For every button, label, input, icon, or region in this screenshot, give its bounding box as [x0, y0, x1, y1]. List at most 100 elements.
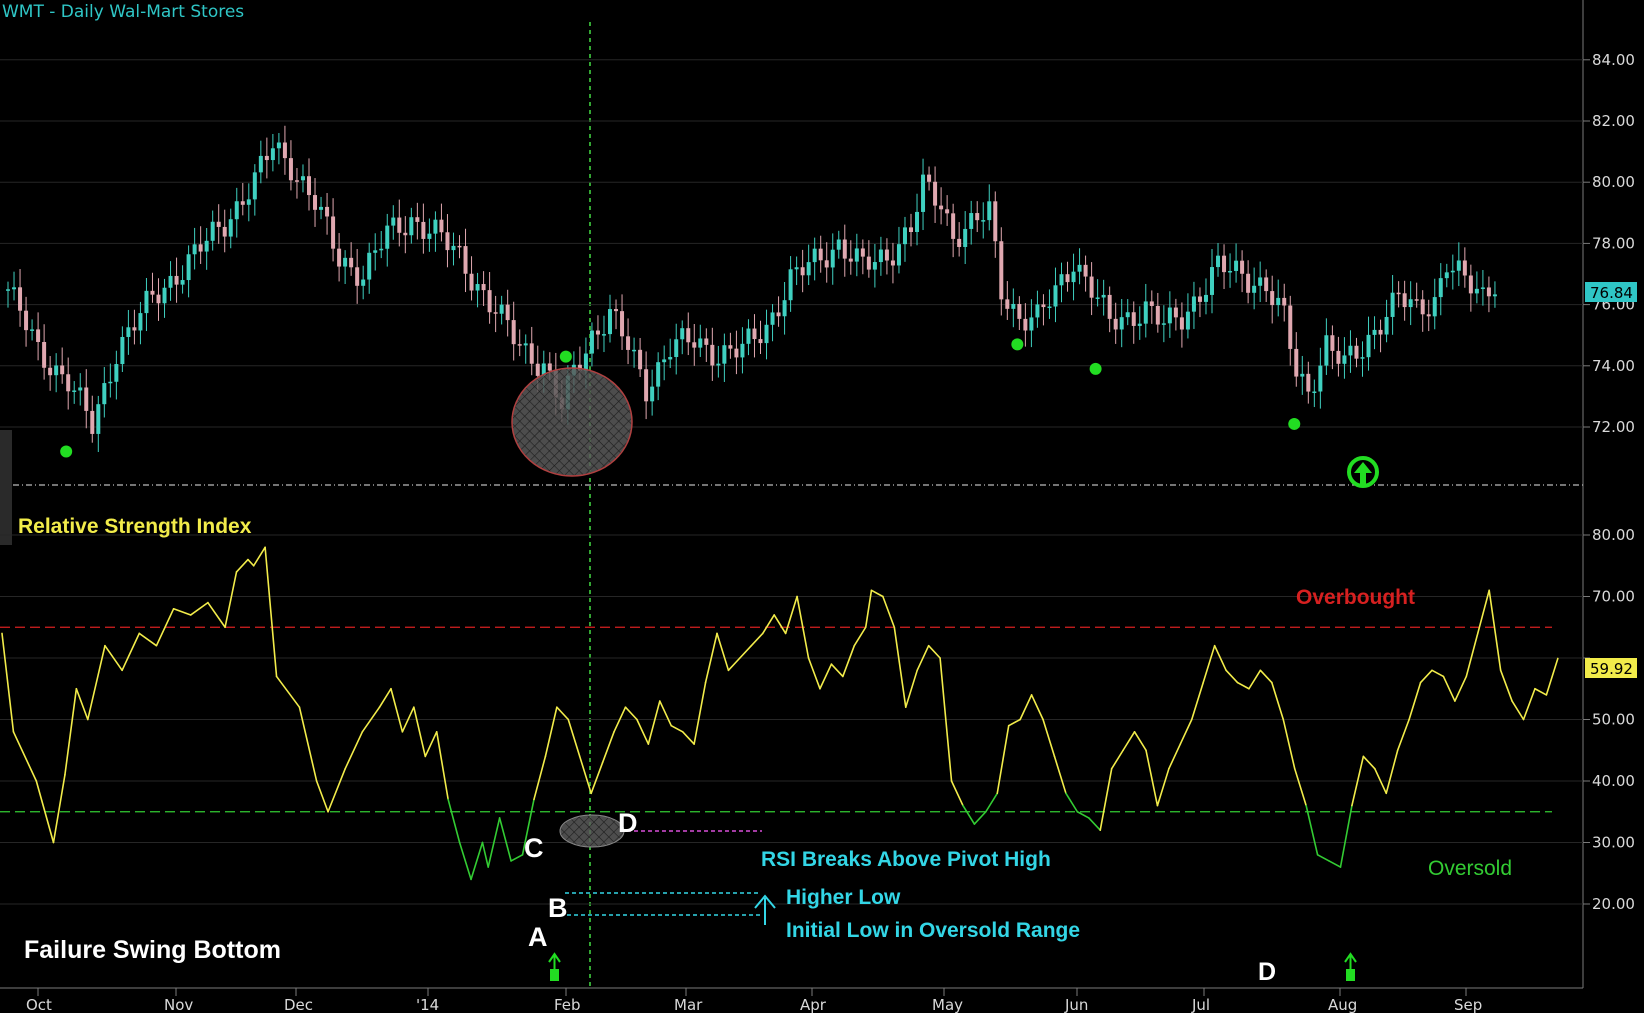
candle-up	[114, 364, 119, 382]
candle-up	[1029, 317, 1034, 331]
candle-up	[1137, 323, 1142, 326]
candle-down	[595, 330, 600, 335]
candle-up	[204, 240, 209, 252]
candle-up	[1252, 285, 1257, 293]
rsi-line-segment	[378, 687, 392, 709]
candle-up	[162, 287, 167, 304]
candle-up	[969, 213, 974, 229]
candle-up	[210, 221, 215, 241]
candle-down	[1083, 264, 1088, 277]
candle-up	[921, 174, 926, 212]
candle-down	[776, 312, 781, 317]
candle-down	[620, 311, 625, 337]
candle-up	[764, 324, 769, 344]
rsi-line-segment	[138, 632, 158, 647]
rsi-line-segment	[1305, 804, 1319, 856]
candle-down	[1402, 293, 1407, 308]
rsi-line-segment	[1419, 669, 1433, 684]
overbought-label: Overbought	[1296, 586, 1415, 609]
rsi-line-segment	[435, 730, 449, 801]
month-label: Jun	[1064, 996, 1088, 1013]
candle-down	[150, 290, 155, 295]
rsi-line-segment	[1, 632, 15, 733]
rsi-line-segment	[87, 644, 106, 721]
panel-resize-handle[interactable]	[0, 430, 12, 545]
candle-up	[1276, 297, 1281, 306]
candle-up	[601, 334, 606, 336]
candle-down	[84, 387, 89, 411]
candle-up	[902, 227, 907, 245]
candle-down	[842, 239, 847, 259]
rsi-line-segment	[64, 687, 78, 776]
point-a-label: A	[528, 922, 548, 952]
rsi-line-segment	[344, 730, 364, 770]
rsi-tick-label: 20.00	[1592, 895, 1635, 913]
candle-down	[282, 142, 287, 159]
candle-up	[409, 217, 414, 236]
candle-up	[385, 225, 390, 249]
candle-down	[421, 221, 426, 239]
rsi-line-segment	[807, 657, 821, 690]
candle-up	[192, 244, 197, 255]
candle-up	[1480, 287, 1485, 289]
price-candles	[6, 125, 1497, 453]
month-label: Sep	[1454, 996, 1482, 1013]
candle-down	[1179, 317, 1184, 330]
rsi-line-segment	[658, 700, 673, 727]
rsi-line-segment	[1259, 669, 1273, 684]
candle-up	[427, 233, 432, 239]
rsi-line-segment	[1545, 657, 1559, 696]
rsi-line-segment	[962, 804, 976, 825]
candle-up	[186, 254, 191, 281]
candle-down	[349, 257, 354, 268]
rsi-line-segment	[481, 841, 490, 868]
candle-down	[800, 267, 805, 276]
rsi-line-segment	[275, 675, 301, 709]
candle-down	[487, 290, 492, 313]
last-rsi-badge: 59.92	[1585, 658, 1637, 678]
rsi-line-segment	[727, 657, 741, 672]
rsi-line-segment	[1179, 718, 1193, 745]
rsi-line-segment	[413, 706, 427, 758]
rsi-line-segment	[739, 644, 753, 659]
candle-up	[1258, 277, 1263, 286]
rsi-line-segment	[904, 669, 919, 709]
candle-up	[1348, 345, 1353, 356]
candle-up	[680, 328, 685, 340]
candle-up	[1047, 306, 1052, 309]
candle-up	[1300, 373, 1305, 377]
rsi-line-segment	[1522, 687, 1536, 721]
rsi-line-segment	[670, 724, 684, 733]
rsi-line-segment	[681, 730, 695, 745]
candle-up	[1228, 270, 1233, 273]
candle-down	[174, 275, 179, 285]
candle-up	[276, 142, 281, 149]
rsi-line-segment	[996, 724, 1010, 795]
candle-down	[469, 273, 474, 291]
pattern-name-label: Failure Swing Bottom	[24, 936, 281, 964]
candle-up	[1384, 316, 1389, 335]
candle-up	[1161, 323, 1166, 325]
candle-up	[740, 343, 745, 358]
candle-down	[1270, 291, 1275, 306]
candle-down	[1023, 318, 1028, 331]
rsi-tick-label: 70.00	[1592, 588, 1635, 606]
candle-down	[1173, 307, 1178, 318]
rsi-line-segment	[1019, 694, 1033, 721]
candle-up	[126, 327, 131, 337]
rsi-line-segment	[298, 706, 318, 782]
rsi-line-segment	[950, 780, 964, 807]
candle-up	[12, 287, 17, 290]
candle-down	[337, 248, 342, 267]
rsi-line-segment	[590, 761, 604, 795]
candle-down	[1041, 304, 1046, 308]
rsi-line-segment	[498, 817, 512, 862]
rsi-line-segment	[1053, 755, 1067, 795]
rsi-line-segment	[927, 644, 941, 659]
candle-down	[752, 328, 757, 340]
rsi-line-segment	[1282, 718, 1296, 770]
initial-low-text: Initial Low in Oversold Range	[786, 919, 1080, 942]
candle-up	[812, 248, 817, 263]
price-tick-label: 84.00	[1592, 51, 1635, 69]
candle-up	[782, 300, 787, 317]
